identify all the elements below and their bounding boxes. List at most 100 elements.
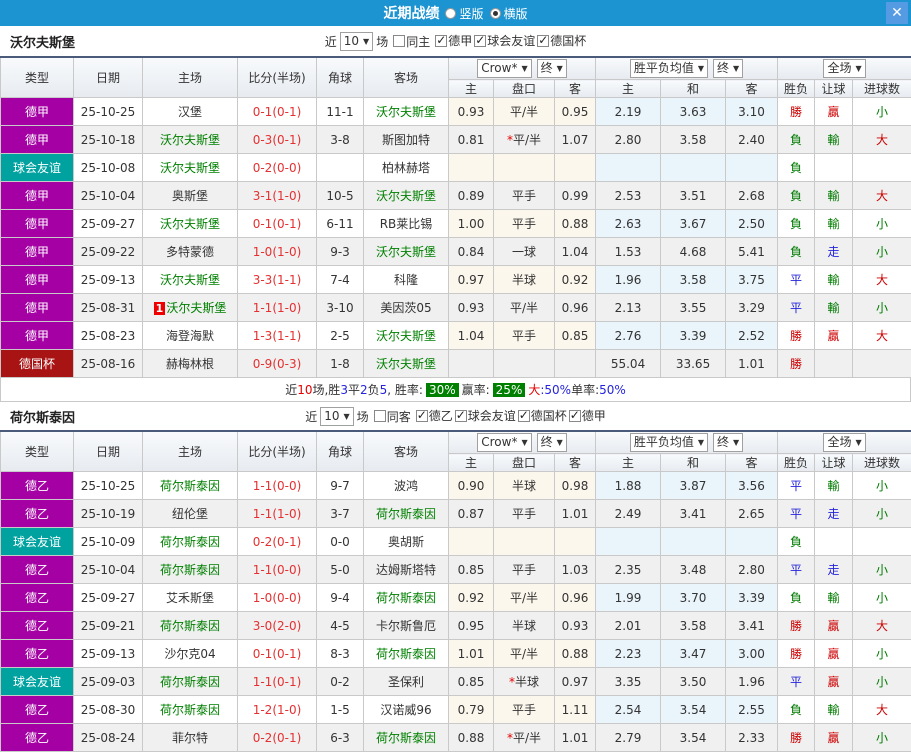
match-score: 0-1(0-1): [238, 98, 317, 126]
odds-final-select[interactable]: 终: [537, 59, 567, 78]
match-date: 25-09-21: [74, 612, 143, 640]
odds-source-select[interactable]: Crow*: [477, 433, 531, 452]
league-filter[interactable]: 德甲: [435, 32, 472, 49]
match-type-badge: 德乙: [1, 584, 74, 612]
match-score: 1-0(0-0): [238, 584, 317, 612]
summary-text: 50%: [599, 383, 626, 397]
home-team: 荷尔斯泰因: [143, 668, 238, 696]
league-filter[interactable]: 德甲: [569, 407, 606, 424]
layout-vertical-radio[interactable]: 竖版: [445, 5, 483, 22]
avg-final-select[interactable]: 终: [713, 59, 743, 78]
odds-home: 1.01: [449, 640, 494, 668]
close-button[interactable]: ✕: [886, 2, 908, 24]
col-corner: 角球: [317, 57, 364, 98]
match-date: 25-10-25: [74, 98, 143, 126]
result-handicap: 贏: [815, 668, 853, 696]
avg-draw: 3.67: [661, 210, 726, 238]
score-text: 0-9(0-3): [253, 357, 302, 371]
league-filter[interactable]: 球会友谊: [474, 32, 535, 49]
col-avg-home: 主: [596, 80, 661, 98]
games-count-select[interactable]: 10: [320, 407, 353, 426]
corners: 7-4: [317, 266, 364, 294]
score-text: 1-0(1-0): [253, 245, 302, 259]
result-wdl: 勝: [778, 350, 815, 378]
scope-select[interactable]: 全场: [823, 433, 865, 452]
match-row: 德甲25-09-22多特蒙德1-0(1-0)9-3沃尔夫斯堡0.84一球1.04…: [1, 238, 911, 266]
away-team: 沃尔夫斯堡: [364, 350, 449, 378]
league-filter-label: 德国杯: [550, 32, 586, 49]
away-team: 汉诺威96: [364, 696, 449, 724]
col-type: 类型: [1, 431, 74, 472]
avg-home: 2.01: [596, 612, 661, 640]
result-goals: 小: [853, 668, 911, 696]
away-team: 波鸿: [364, 472, 449, 500]
avg-source-select[interactable]: 胜平负均值: [630, 59, 708, 78]
result-goals: [853, 528, 911, 556]
home-team: 沃尔夫斯堡: [143, 154, 238, 182]
avg-away: 2.50: [726, 210, 778, 238]
odds-home: 0.85: [449, 556, 494, 584]
games-count-select[interactable]: 10: [340, 32, 373, 51]
same-venue-filter[interactable]: 同主: [393, 33, 430, 50]
match-row: 德乙25-10-19纽伦堡1-1(1-0)3-7荷尔斯泰因0.87平手1.012…: [1, 500, 911, 528]
match-row: 德甲25-10-25汉堡0-1(0-1)11-1沃尔夫斯堡0.93平/半0.95…: [1, 98, 911, 126]
odds-line: [494, 154, 555, 182]
league-filter-label: 德甲: [582, 407, 606, 424]
col-handicap: 让球: [815, 80, 853, 98]
league-filter[interactable]: 德国杯: [518, 407, 567, 424]
league-filter[interactable]: 球会友谊: [455, 407, 516, 424]
col-avg-draw: 和: [661, 454, 726, 472]
away-team-name: 斯图加特: [382, 133, 430, 147]
league-filter[interactable]: 德乙: [416, 407, 453, 424]
col-odds-away: 客: [555, 80, 596, 98]
away-team: 柏林赫塔: [364, 154, 449, 182]
avg-home: 2.76: [596, 322, 661, 350]
summary-text: 10: [297, 383, 312, 397]
summary-text: 3: [340, 383, 348, 397]
avg-draw: [661, 154, 726, 182]
match-row: 德甲25-09-27沃尔夫斯堡0-1(0-1)6-11RB莱比锡1.00平手0.…: [1, 210, 911, 238]
col-goals: 进球数: [853, 454, 911, 472]
odds-home: [449, 154, 494, 182]
odds-home: 0.90: [449, 472, 494, 500]
avg-source-select[interactable]: 胜平负均值: [630, 433, 708, 452]
odds-home: 0.93: [449, 294, 494, 322]
home-team: 纽伦堡: [143, 500, 238, 528]
match-type-badge: 德甲: [1, 182, 74, 210]
league-filter-label: 德乙: [429, 407, 453, 424]
corners: 2-5: [317, 322, 364, 350]
away-team-name: 达姆斯塔特: [376, 563, 436, 577]
result-handicap: 輸: [815, 584, 853, 612]
match-score: 3-1(1-0): [238, 182, 317, 210]
avg-draw: 3.54: [661, 696, 726, 724]
summary-text: 5: [380, 383, 388, 397]
odds-final-select[interactable]: 终: [537, 433, 567, 452]
avg-home: 2.79: [596, 724, 661, 752]
checkbox-unchecked-icon: [374, 410, 386, 422]
avg-final-select[interactable]: 终: [713, 433, 743, 452]
odds-away: 1.04: [555, 238, 596, 266]
avg-draw: 4.68: [661, 238, 726, 266]
avg-draw: 3.39: [661, 322, 726, 350]
odds-away: 0.88: [555, 640, 596, 668]
col-score: 比分(半场): [238, 431, 317, 472]
league-filter[interactable]: 德国杯: [537, 32, 586, 49]
away-team-name: 沃尔夫斯堡: [376, 105, 436, 119]
checkbox-checked-icon: [537, 35, 549, 47]
match-type-badge: 德甲: [1, 322, 74, 350]
avg-away: 3.00: [726, 640, 778, 668]
odds-line: 半球: [494, 472, 555, 500]
home-team-name: 奥斯堡: [172, 189, 208, 203]
layout-horizontal-radio[interactable]: 横版: [490, 5, 528, 22]
same-venue-filter[interactable]: 同客: [374, 408, 411, 425]
result-wdl: 平: [778, 668, 815, 696]
scope-select[interactable]: 全场: [823, 59, 865, 78]
match-score: 1-3(1-1): [238, 322, 317, 350]
odds-home: [449, 350, 494, 378]
score-text: 0-2(0-0): [253, 161, 302, 175]
home-team-name: 沃尔夫斯堡: [160, 133, 220, 147]
odds-away: 0.97: [555, 668, 596, 696]
odds-home: 1.04: [449, 322, 494, 350]
odds-source-select[interactable]: Crow*: [477, 59, 531, 78]
result-goals: 小: [853, 500, 911, 528]
